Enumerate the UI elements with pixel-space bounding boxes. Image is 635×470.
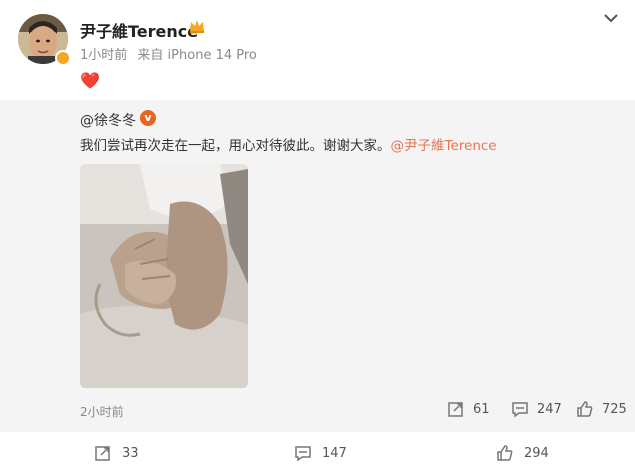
repost-share-stat[interactable]: 61 [447, 400, 490, 418]
comment-button[interactable]: 147 [294, 444, 347, 462]
repost-card[interactable]: @徐冬冬 v 我们尝试再次走在一起，用心对待彼此。谢谢大家。@尹子維Terenc… [0, 100, 635, 432]
like-button[interactable]: 294 [496, 444, 549, 462]
post-photo[interactable] [80, 164, 248, 388]
mention-link[interactable]: @尹子維Terence [391, 138, 497, 154]
comment-count: 147 [322, 445, 347, 461]
like-icon [497, 445, 513, 461]
share-count: 33 [122, 445, 139, 461]
crown-icon [190, 20, 204, 33]
share-icon [95, 446, 110, 461]
avatar-verified-badge [55, 50, 71, 66]
comment-icon [512, 402, 528, 418]
original-text: 我们尝试再次走在一起，用心对待彼此。谢谢大家。@尹子維Terence [80, 134, 497, 154]
author-name[interactable]: 尹子維Terence [80, 18, 198, 42]
post-meta: 1小时前 来自 iPhone 14 Pro [80, 44, 263, 63]
original-time[interactable]: 2小时前 [80, 403, 124, 420]
like-icon [577, 401, 593, 417]
post-body-heart: ❤️ [80, 71, 100, 90]
repost-share-count: 61 [473, 401, 490, 417]
verified-badge: v [140, 110, 156, 126]
post-time[interactable]: 1小时前 [80, 48, 127, 63]
weibo-post: 尹子維Terence 1小时前 来自 iPhone 14 Pro ❤️ @徐冬冬… [0, 0, 635, 470]
share-icon [448, 402, 463, 417]
original-author[interactable]: @徐冬冬 [80, 110, 136, 130]
comment-icon [295, 446, 311, 462]
original-text-body: 我们尝试再次走在一起，用心对待彼此。谢谢大家。 [80, 138, 391, 154]
like-count: 294 [524, 445, 549, 461]
repost-comment-stat[interactable]: 247 [511, 400, 562, 418]
repost-comment-count: 247 [537, 401, 562, 417]
chevron-down-icon[interactable] [603, 12, 619, 24]
repost-like-stat[interactable]: 725 [576, 400, 627, 418]
post-source: 来自 iPhone 14 Pro [137, 48, 257, 63]
repost-like-count: 725 [602, 401, 627, 417]
share-button[interactable]: 33 [94, 444, 139, 462]
